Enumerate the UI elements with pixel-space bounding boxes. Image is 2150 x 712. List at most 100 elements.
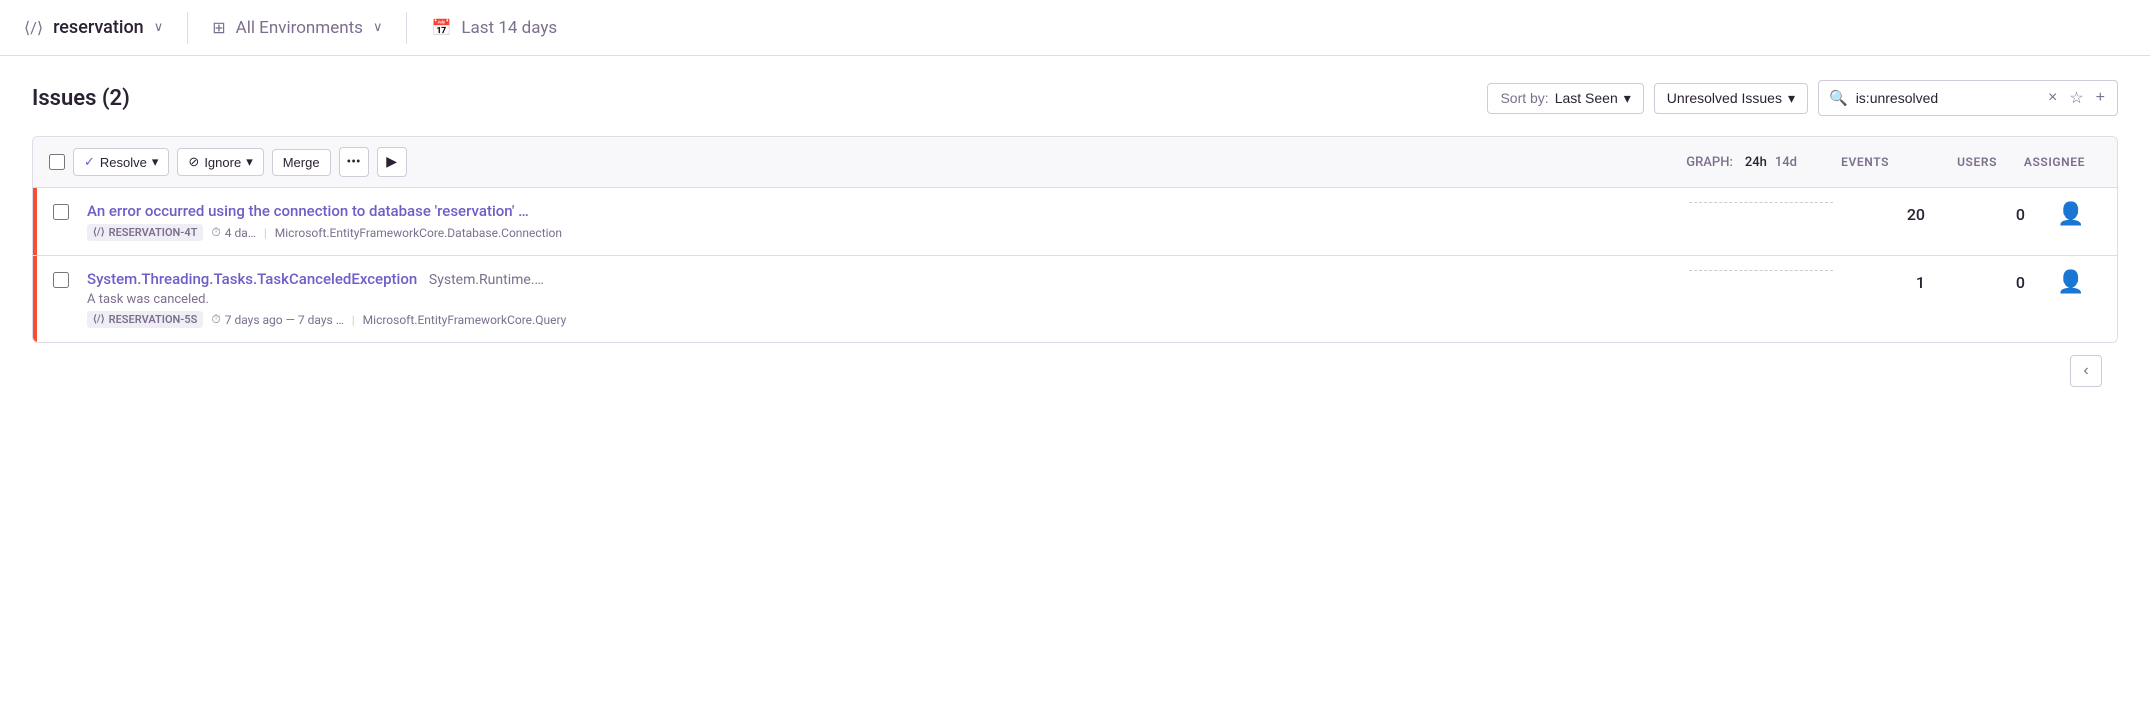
- control-bar: Sort by: Last Seen ▾ Unresolved Issues ▾…: [1487, 80, 2118, 116]
- graph-dash-line: [1689, 202, 1833, 203]
- main-content: Issues (2) Sort by: Last Seen ▾ Unresolv…: [0, 56, 2150, 411]
- issue-module: Microsoft.EntityFrameworkCore.Query: [363, 313, 567, 327]
- issue-events: 20: [1841, 205, 1941, 224]
- clock-icon: ⏱: [211, 312, 220, 327]
- issue-stats: 20 0 👤: [1841, 202, 2101, 227]
- issue-checkbox[interactable]: [53, 204, 69, 220]
- issue-tag: ⟨/⟩ RESERVATION-4T: [87, 224, 203, 241]
- issue-info: System.Threading.Tasks.TaskCanceledExcep…: [79, 270, 1681, 328]
- clear-search-button[interactable]: ×: [2046, 87, 2059, 109]
- filter-chevron: ▾: [1788, 90, 1795, 107]
- table-toolbar: ✓ Resolve ▾ ⊘ Ignore ▾ Merge ••• ▶ GRAPH…: [33, 137, 2117, 188]
- col-users-header: USERS: [1913, 155, 2013, 169]
- issue-checkbox-wrap: [53, 204, 69, 224]
- sort-button[interactable]: Sort by: Last Seen ▾: [1487, 83, 1643, 114]
- date-selector[interactable]: 📅 Last 14 days: [407, 18, 581, 38]
- issue-graph: [1681, 270, 1841, 271]
- top-bar: ⟨/⟩ reservation ∨ ⊞ All Environments ∨ 📅…: [0, 0, 2150, 56]
- issue-time: ⏱ 7 days ago — 7 days …: [211, 312, 343, 327]
- issue-tag-label: RESERVATION-5S: [109, 313, 198, 326]
- more-icon: •••: [346, 154, 360, 170]
- play-button[interactable]: ▶: [377, 147, 407, 177]
- date-icon: 📅: [431, 18, 451, 37]
- issue-time: ⏱ 4 da…: [211, 225, 255, 240]
- issue-row-left: An error occurred using the connection t…: [53, 202, 1681, 241]
- project-name: reservation: [53, 17, 144, 38]
- issue-events: 1: [1841, 273, 1941, 292]
- merge-label: Merge: [283, 155, 320, 170]
- table-row: System.Threading.Tasks.TaskCanceledExcep…: [33, 256, 2117, 342]
- filter-label: Unresolved Issues: [1667, 90, 1782, 106]
- time-24h: 24h: [1745, 155, 1767, 170]
- issue-meta: ⟨/⟩ RESERVATION-4T ⏱ 4 da… | Microsoft.E…: [87, 224, 1681, 241]
- col-assignee-header: ASSIGNEE: [2021, 155, 2101, 169]
- issue-checkbox-wrap: [53, 272, 69, 292]
- issue-users: 0: [1941, 273, 2041, 292]
- filter-button[interactable]: Unresolved Issues ▾: [1654, 83, 1808, 114]
- pagination-prev-button[interactable]: ‹: [2070, 355, 2102, 387]
- search-input[interactable]: [1856, 90, 2038, 106]
- search-icon: 🔍: [1829, 89, 1848, 107]
- issues-table: ✓ Resolve ▾ ⊘ Ignore ▾ Merge ••• ▶ GRAPH…: [32, 136, 2118, 343]
- clock-icon: ⏱: [211, 225, 220, 240]
- issue-title-main: System.Threading.Tasks.TaskCanceledExcep…: [87, 270, 417, 288]
- search-bar: 🔍 × ☆ +: [1818, 80, 2118, 116]
- play-icon: ▶: [386, 154, 397, 170]
- check-icon: ✓: [84, 154, 95, 170]
- assign-icon[interactable]: 👤: [2057, 270, 2084, 295]
- issue-tag-label: RESERVATION-4T: [109, 226, 198, 239]
- graph-dash-line: [1689, 270, 1833, 271]
- bookmark-search-button[interactable]: ☆: [2067, 86, 2085, 110]
- resolve-label: Resolve: [100, 155, 147, 170]
- ignore-chevron: ▾: [246, 154, 253, 170]
- meta-divider: |: [264, 226, 267, 240]
- issue-tag: ⟨/⟩ RESERVATION-5S: [87, 311, 203, 328]
- pagination-area: ‹: [32, 343, 2118, 387]
- issue-stripe: [33, 256, 37, 342]
- graph-label-text: GRAPH:: [1686, 155, 1733, 170]
- code-icon-sm: ⟨/⟩: [93, 227, 105, 238]
- issue-stats: 1 0 👤: [1841, 270, 2101, 295]
- env-chevron: ∨: [373, 20, 383, 35]
- issue-time-label: 4 da…: [225, 226, 256, 240]
- issue-module: Microsoft.EntityFrameworkCore.Database.C…: [275, 226, 562, 240]
- project-selector[interactable]: ⟨/⟩ reservation ∨: [24, 17, 187, 38]
- env-icon: ⊞: [212, 18, 225, 37]
- ignore-icon: ⊘: [188, 154, 199, 170]
- col-events-header: EVENTS: [1805, 155, 1905, 169]
- issues-header: Issues (2) Sort by: Last Seen ▾ Unresolv…: [32, 80, 2118, 116]
- add-search-button[interactable]: +: [2094, 87, 2107, 109]
- date-label: Last 14 days: [461, 18, 557, 38]
- issue-graph: [1681, 202, 1841, 203]
- select-all-checkbox-wrap: [49, 154, 65, 170]
- resolve-button[interactable]: ✓ Resolve ▾: [73, 148, 169, 176]
- time-14d: 14d: [1775, 155, 1797, 170]
- table-row: An error occurred using the connection t…: [33, 188, 2117, 256]
- issue-title-link[interactable]: System.Threading.Tasks.TaskCanceledExcep…: [87, 270, 1681, 288]
- more-button[interactable]: •••: [339, 147, 369, 177]
- assign-cell: 👤: [2041, 270, 2101, 295]
- sort-label: Sort by:: [1500, 90, 1548, 106]
- issue-checkbox[interactable]: [53, 272, 69, 288]
- env-label: All Environments: [236, 18, 363, 38]
- issue-info: An error occurred using the connection t…: [79, 202, 1681, 241]
- issues-title: Issues (2): [32, 86, 130, 111]
- merge-button[interactable]: Merge: [272, 149, 331, 176]
- select-all-checkbox[interactable]: [49, 154, 65, 170]
- sort-chevron: ▾: [1624, 90, 1631, 107]
- ignore-button[interactable]: ⊘ Ignore ▾: [177, 148, 263, 176]
- issue-meta: ⟨/⟩ RESERVATION-5S ⏱ 7 days ago — 7 days…: [87, 311, 1681, 328]
- issue-title-link[interactable]: An error occurred using the connection t…: [87, 202, 1681, 220]
- project-chevron: ∨: [154, 20, 164, 35]
- ignore-label: Ignore: [204, 155, 241, 170]
- issue-time-label: 7 days ago — 7 days …: [225, 313, 344, 327]
- issue-users: 0: [1941, 205, 2041, 224]
- resolve-chevron: ▾: [152, 154, 159, 170]
- env-selector[interactable]: ⊞ All Environments ∨: [188, 18, 406, 38]
- graph-label-area: GRAPH: 24h 14d: [1686, 155, 1797, 170]
- issue-subtitle: A task was canceled.: [87, 292, 1681, 307]
- sort-value: Last Seen: [1555, 90, 1618, 106]
- assign-cell: 👤: [2041, 202, 2101, 227]
- code-icon-sm: ⟨/⟩: [93, 314, 105, 325]
- assign-icon[interactable]: 👤: [2057, 202, 2084, 227]
